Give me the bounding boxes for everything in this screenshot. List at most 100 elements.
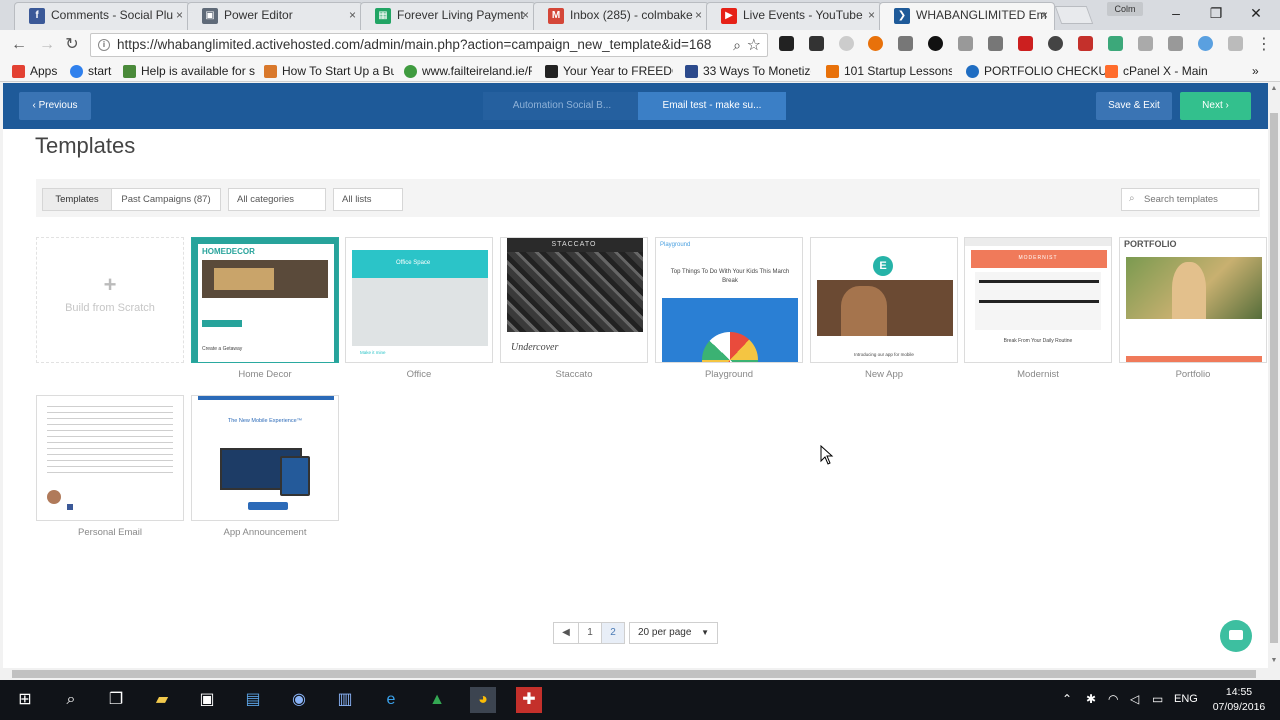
prev-page-icon[interactable]: ◀ xyxy=(553,622,579,644)
store-icon[interactable]: ▣ xyxy=(194,687,220,713)
close-icon[interactable]: × xyxy=(522,3,529,27)
next-button[interactable]: Next › xyxy=(1180,92,1251,120)
close-window-icon[interactable]: ✕ xyxy=(1246,4,1266,24)
extension-pause-icon[interactable] xyxy=(1048,36,1063,51)
clock[interactable]: 14:55 07/09/2016 xyxy=(1207,685,1271,715)
tab-inbox-gmail[interactable]: M Inbox (285) - colmbake × xyxy=(533,2,709,30)
per-page-select[interactable]: 20 per page ▼ xyxy=(629,622,718,644)
file-explorer-icon[interactable]: ▰ xyxy=(149,687,175,713)
minimize-icon[interactable]: – xyxy=(1166,4,1186,24)
close-icon[interactable]: × xyxy=(1041,3,1048,27)
volume-icon[interactable]: ◁ xyxy=(1130,692,1139,706)
page-1-button[interactable]: 1 xyxy=(578,622,602,644)
google-drive-icon[interactable]: ▲ xyxy=(424,687,450,713)
zoom-icon[interactable]: ⌕ xyxy=(733,37,741,54)
scrollbar-thumb[interactable] xyxy=(12,670,1256,678)
tab-live-events-youtube[interactable]: ▶ Live Events - YouTube × xyxy=(706,2,882,30)
scroll-up-icon[interactable]: ▲ xyxy=(1268,83,1280,95)
template-card-new-app[interactable]: E Introducing our app for mobile xyxy=(810,237,958,363)
extension-camera-icon[interactable] xyxy=(898,36,913,51)
previous-button[interactable]: ‹ Previous xyxy=(19,92,91,120)
bookmark-portfolio-checkup[interactable]: PORTFOLIO CHECKUP xyxy=(966,62,1115,80)
extension-plus-icon[interactable] xyxy=(1078,36,1093,51)
tab-comments-social-plugin[interactable]: f Comments - Social Plu × xyxy=(14,2,190,30)
categories-dropdown[interactable]: All categories xyxy=(228,188,326,211)
tab-past-campaigns[interactable]: Past Campaigns (87) xyxy=(111,188,221,211)
scrollbar-thumb[interactable] xyxy=(1270,113,1278,643)
url-text[interactable]: https://whabanglimited.activehosted.com/… xyxy=(117,34,711,56)
horizontal-scrollbar[interactable] xyxy=(0,668,1268,680)
lists-dropdown[interactable]: All lists xyxy=(333,188,403,211)
tab-whabanglimited[interactable]: ❯ WHABANGLIMITED Em × xyxy=(879,2,1055,31)
app-red-icon[interactable]: ✚ xyxy=(516,687,542,713)
profile-button[interactable]: Colm xyxy=(1107,2,1143,16)
bookmark-star-icon[interactable]: ☆ xyxy=(747,35,761,55)
extension-circle-icon[interactable] xyxy=(839,36,854,51)
template-card-portfolio[interactable]: PORTFOLIO xyxy=(1119,237,1267,363)
bookmark-year-to-freedom[interactable]: Your Year to FREEDOM xyxy=(545,62,673,80)
extension-chart-icon[interactable] xyxy=(1108,36,1123,51)
bookmark-start-up-business[interactable]: How To Start Up a Bus xyxy=(264,62,394,80)
bookmark-cpanel[interactable]: cPanel X - Main xyxy=(1105,62,1208,80)
internet-explorer-icon[interactable]: e xyxy=(378,687,404,713)
windows-start-icon[interactable]: ⊞ xyxy=(12,687,38,713)
notifications-icon[interactable]: ▭ xyxy=(1152,692,1163,706)
template-card-office[interactable]: Office Space Make it mine xyxy=(345,237,493,363)
page-2-button[interactable]: 2 xyxy=(601,622,625,644)
app-icon-2[interactable]: ◉ xyxy=(286,687,312,713)
app-icon[interactable]: ▤ xyxy=(240,687,266,713)
bookmark-help-available[interactable]: Help is available for st xyxy=(123,62,255,80)
extension-misc-icon[interactable] xyxy=(1228,36,1243,51)
address-bar[interactable]: i https://whabanglimited.activehosted.co… xyxy=(90,33,768,57)
extension-grey-icon[interactable] xyxy=(988,36,1003,51)
template-card-personal-email[interactable] xyxy=(36,395,184,521)
tray-app-icon[interactable]: ✱ xyxy=(1086,692,1096,706)
bookmark-start[interactable]: start xyxy=(70,62,111,80)
chrome-menu-icon[interactable]: ⋮ xyxy=(1253,34,1275,56)
scroll-down-icon[interactable]: ▼ xyxy=(1268,655,1280,667)
extension-bar-icon[interactable] xyxy=(1138,36,1153,51)
extension-grid-icon[interactable] xyxy=(1168,36,1183,51)
build-from-scratch-card[interactable]: + Build from Scratch xyxy=(36,237,184,363)
extension-blue-icon[interactable] xyxy=(1198,36,1213,51)
tab-power-editor[interactable]: ▣ Power Editor × xyxy=(187,2,363,30)
new-tab-button[interactable] xyxy=(1054,6,1094,24)
close-icon[interactable]: × xyxy=(868,3,875,27)
extension-dark-icon[interactable] xyxy=(928,36,943,51)
tray-expand-icon[interactable]: ⌃ xyxy=(1062,692,1072,706)
extension-orange-icon[interactable] xyxy=(868,36,883,51)
search-input[interactable] xyxy=(1144,192,1254,207)
tab-forever-living-payment[interactable]: ▦ Forever Living Payment × xyxy=(360,2,536,30)
bookmark-33-ways[interactable]: 33 Ways To Monetize xyxy=(685,62,811,80)
extension-code-icon[interactable] xyxy=(958,36,973,51)
bookmarks-overflow-button[interactable]: » xyxy=(1252,62,1259,80)
app-icon-3[interactable]: ▥ xyxy=(332,687,358,713)
back-icon[interactable]: ← xyxy=(8,34,30,56)
forward-icon[interactable]: → xyxy=(36,34,58,56)
chat-widget-button[interactable] xyxy=(1220,620,1252,652)
reload-icon[interactable]: ↻ xyxy=(61,34,83,56)
save-exit-button[interactable]: Save & Exit xyxy=(1096,92,1172,120)
restore-icon[interactable]: ❐ xyxy=(1206,4,1226,24)
close-icon[interactable]: × xyxy=(349,3,356,27)
extension-m-icon[interactable] xyxy=(809,36,824,51)
template-card-home-decor[interactable]: HOMEDECOR Create a Getaway xyxy=(191,237,339,363)
close-icon[interactable]: × xyxy=(176,3,183,27)
bookmark-101-startup[interactable]: 101 Startup Lessons-- xyxy=(826,62,952,80)
extension-red-icon[interactable] xyxy=(1018,36,1033,51)
bookmark-failteireland[interactable]: www.failteireland.ie/F xyxy=(404,62,532,80)
step-automation[interactable]: Automation Social B... xyxy=(483,92,641,120)
bookmark-apps[interactable]: Apps xyxy=(12,62,57,80)
language-indicator[interactable]: ENG xyxy=(1174,693,1198,705)
step-email-test[interactable]: Email test - make su... xyxy=(638,92,786,120)
info-icon[interactable]: i xyxy=(98,39,110,51)
wifi-icon[interactable]: ◠ xyxy=(1108,692,1118,706)
template-card-app-announcement[interactable]: The New Mobile Experience™ xyxy=(191,395,339,521)
extension-checkmark-icon[interactable] xyxy=(779,36,794,51)
template-card-playground[interactable]: Playground Top Things To Do With Your Ki… xyxy=(655,237,803,363)
vertical-scrollbar[interactable]: ▲ ▼ xyxy=(1268,83,1280,683)
template-card-modernist[interactable]: MODERNIST Break From Your Daily Routine xyxy=(964,237,1112,363)
template-card-staccato[interactable]: STACCATO Undercover xyxy=(500,237,648,363)
search-icon[interactable]: ⌕ xyxy=(58,687,84,713)
task-view-icon[interactable]: ❐ xyxy=(103,687,129,713)
